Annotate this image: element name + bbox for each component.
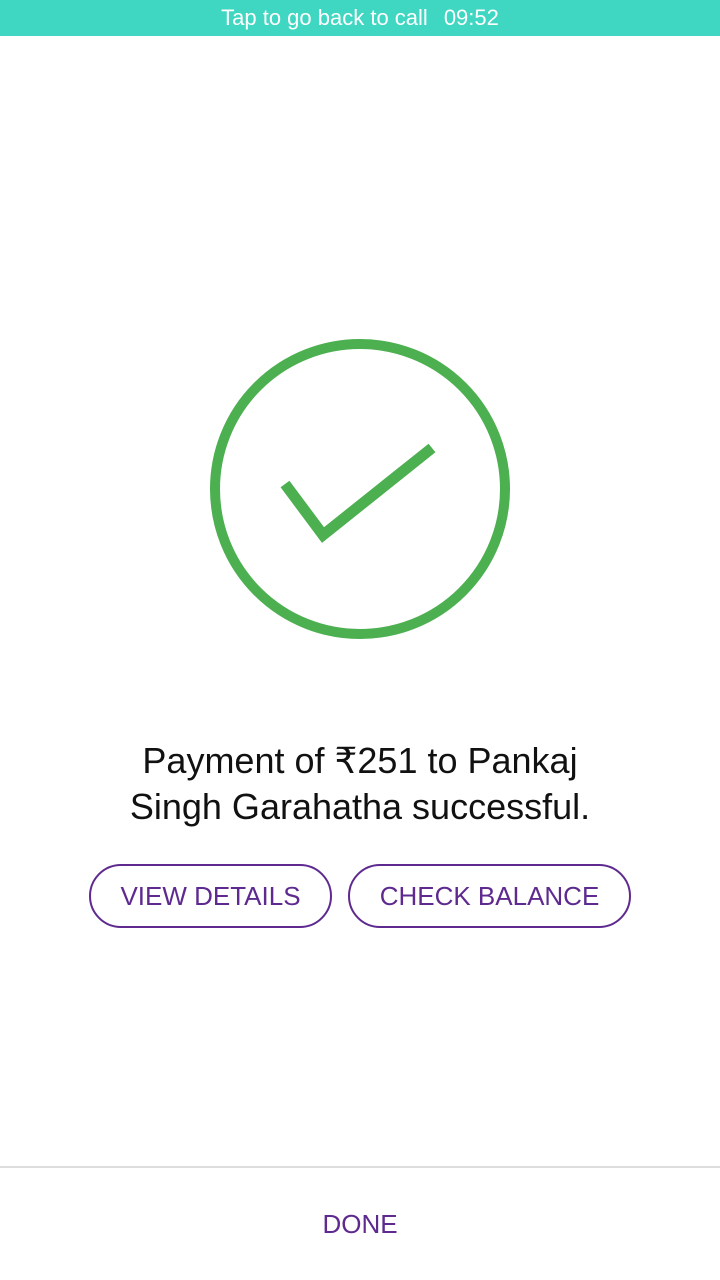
return-to-call-bar[interactable]: Tap to go back to call 09:52 bbox=[0, 0, 720, 36]
message-line-2: Singh Garahatha successful. bbox=[129, 786, 591, 827]
check-circle-icon bbox=[210, 339, 510, 639]
view-details-button[interactable]: VIEW DETAILS bbox=[89, 864, 332, 928]
payment-success-screen: Tap to go back to call 09:52 Payment of … bbox=[0, 0, 720, 1280]
message-line-1: Payment of ₹251 to Pankaj bbox=[142, 740, 578, 781]
done-button[interactable]: DONE bbox=[0, 1168, 720, 1280]
payment-success-message: Payment of ₹251 to Pankaj Singh Garahath… bbox=[40, 738, 680, 830]
check-balance-button[interactable]: CHECK BALANCE bbox=[348, 864, 631, 928]
return-to-call-text: Tap to go back to call bbox=[221, 5, 428, 30]
call-timer: 09:52 bbox=[443, 5, 499, 30]
